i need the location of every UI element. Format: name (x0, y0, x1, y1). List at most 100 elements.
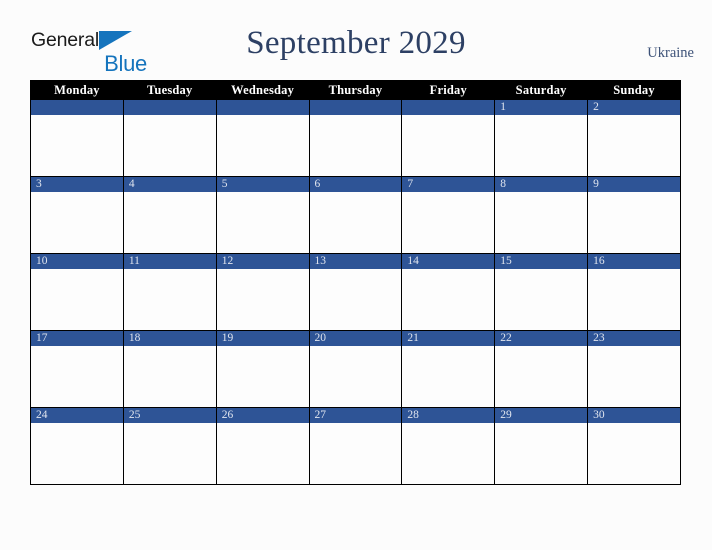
calendar-cell-day[interactable]: 4 (122, 176, 217, 254)
day-note-area[interactable] (309, 192, 402, 253)
calendar-cell-day[interactable]: 18 (122, 330, 217, 408)
calendar-week-row: 10 11 12 13 14 15 16 (30, 253, 681, 331)
day-note-area[interactable] (216, 115, 309, 176)
day-note-area[interactable] (309, 269, 402, 330)
calendar-cell-day[interactable]: 26 (215, 407, 310, 485)
day-number: 25 (123, 408, 216, 423)
day-note-area[interactable] (588, 115, 680, 176)
day-number: 8 (495, 177, 588, 192)
day-number: 23 (588, 331, 680, 346)
calendar-grid: Monday Tuesday Wednesday Thursday Friday Satu… (30, 80, 681, 485)
day-note-area[interactable] (495, 269, 588, 330)
day-number: 22 (495, 331, 588, 346)
calendar-cell-day[interactable]: 27 (308, 407, 403, 485)
calendar-cell-day[interactable]: 9 (587, 176, 681, 254)
day-note-area[interactable] (495, 423, 588, 484)
calendar-header-row: Monday Tuesday Wednesday Thursday Friday Satu… (30, 80, 681, 100)
day-number (309, 100, 402, 115)
calendar-cell-day[interactable]: 14 (401, 253, 496, 331)
calendar-cell-day[interactable]: 19 (215, 330, 310, 408)
day-note-area[interactable] (309, 115, 402, 176)
calendar-cell-day[interactable]: 17 (30, 330, 124, 408)
day-note-area[interactable] (402, 269, 495, 330)
day-number (216, 100, 309, 115)
day-note-area[interactable] (216, 192, 309, 253)
calendar-cell-empty (122, 99, 217, 177)
day-note-area[interactable] (31, 115, 123, 176)
day-number: 13 (309, 254, 402, 269)
day-number: 7 (402, 177, 495, 192)
calendar-cell-day[interactable]: 25 (122, 407, 217, 485)
page-header: General Blue September 2029 Ukraine (0, 0, 712, 78)
day-number (402, 100, 495, 115)
weekday-header-thursday: Thursday (308, 80, 403, 100)
day-note-area[interactable] (402, 346, 495, 407)
day-note-area[interactable] (588, 269, 680, 330)
calendar-cell-day[interactable]: 3 (30, 176, 124, 254)
day-note-area[interactable] (123, 346, 216, 407)
day-note-area[interactable] (216, 269, 309, 330)
weekday-header-row: Monday Tuesday Wednesday Thursday Friday Satu… (30, 80, 681, 100)
day-note-area[interactable] (123, 269, 216, 330)
calendar-cell-day[interactable]: 6 (308, 176, 403, 254)
calendar-cell-day[interactable]: 7 (401, 176, 496, 254)
day-note-area[interactable] (123, 192, 216, 253)
day-note-area[interactable] (31, 192, 123, 253)
calendar-cell-day[interactable]: 8 (494, 176, 589, 254)
calendar-cell-day[interactable]: 24 (30, 407, 124, 485)
calendar-cell-day[interactable]: 13 (308, 253, 403, 331)
day-note-area[interactable] (402, 423, 495, 484)
calendar-cell-day[interactable]: 22 (494, 330, 589, 408)
day-note-area[interactable] (588, 192, 680, 253)
calendar-cell-day[interactable]: 2 (587, 99, 681, 177)
day-note-area[interactable] (123, 115, 216, 176)
calendar-cell-day[interactable]: 16 (587, 253, 681, 331)
calendar-week-row: 17 18 19 20 21 22 23 (30, 330, 681, 408)
day-note-area[interactable] (588, 423, 680, 484)
calendar-cell-day[interactable]: 10 (30, 253, 124, 331)
day-number: 29 (495, 408, 588, 423)
day-note-area[interactable] (402, 192, 495, 253)
day-note-area[interactable] (309, 346, 402, 407)
calendar-cell-day[interactable]: 15 (494, 253, 589, 331)
day-number: 3 (31, 177, 123, 192)
day-number: 24 (31, 408, 123, 423)
day-note-area[interactable] (402, 115, 495, 176)
day-note-area[interactable] (31, 423, 123, 484)
day-note-area[interactable] (588, 346, 680, 407)
day-note-area[interactable] (216, 423, 309, 484)
calendar-week-row: 12 (30, 99, 681, 177)
calendar-cell-day[interactable]: 11 (122, 253, 217, 331)
day-number: 12 (216, 254, 309, 269)
calendar-cell-day[interactable]: 1 (494, 99, 589, 177)
day-note-area[interactable] (309, 423, 402, 484)
calendar-week-row: 3456789 (30, 176, 681, 254)
day-number: 5 (216, 177, 309, 192)
calendar-cell-day[interactable]: 21 (401, 330, 496, 408)
day-note-area[interactable] (495, 192, 588, 253)
day-number: 1 (495, 100, 588, 115)
day-number: 27 (309, 408, 402, 423)
weekday-header-monday: Monday (30, 80, 124, 100)
day-number: 10 (31, 254, 123, 269)
day-note-area[interactable] (495, 346, 588, 407)
calendar-cell-empty (401, 99, 496, 177)
calendar-cell-day[interactable]: 20 (308, 330, 403, 408)
calendar-cell-day[interactable]: 29 (494, 407, 589, 485)
day-number: 6 (309, 177, 402, 192)
day-note-area[interactable] (31, 269, 123, 330)
calendar-week-row: 24 25 26 27 28 29 30 (30, 407, 681, 485)
day-number: 16 (588, 254, 680, 269)
day-number: 26 (216, 408, 309, 423)
day-note-area[interactable] (495, 115, 588, 176)
day-number: 18 (123, 331, 216, 346)
day-note-area[interactable] (216, 346, 309, 407)
calendar-cell-empty (30, 99, 124, 177)
calendar-cell-day[interactable]: 23 (587, 330, 681, 408)
calendar-cell-day[interactable]: 30 (587, 407, 681, 485)
calendar-cell-day[interactable]: 5 (215, 176, 310, 254)
calendar-cell-day[interactable]: 12 (215, 253, 310, 331)
day-note-area[interactable] (123, 423, 216, 484)
calendar-cell-day[interactable]: 28 (401, 407, 496, 485)
day-note-area[interactable] (31, 346, 123, 407)
